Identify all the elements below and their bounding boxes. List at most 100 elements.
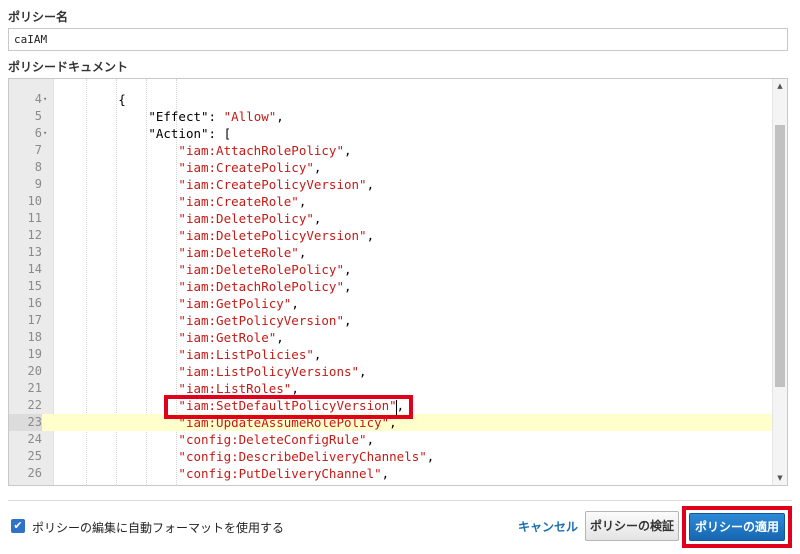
- code-token: ,: [381, 466, 390, 481]
- code-token: ,: [313, 211, 322, 226]
- string-token: "iam:DeleteRolePolicy": [178, 262, 344, 277]
- code-token: "Action": [148, 126, 209, 141]
- code-token: ,: [344, 279, 352, 294]
- scrollbar-thumb[interactable]: [775, 125, 785, 387]
- code-line[interactable]: 16 "iam:GetPolicy",: [9, 295, 774, 312]
- line-number: 13: [27, 245, 42, 259]
- code-line[interactable]: 7 "iam:AttachRolePolicy",: [9, 142, 774, 159]
- line-number: 22: [27, 398, 42, 412]
- code-line[interactable]: 14 "iam:DeleteRolePolicy",: [9, 261, 774, 278]
- line-number: 10: [27, 194, 42, 208]
- line-number: 4: [34, 92, 42, 106]
- code-text: "iam:DeletePolicy",: [58, 210, 321, 227]
- code-line[interactable]: 27 "config:PutConfigRule",: [9, 482, 774, 485]
- code-token: {: [118, 92, 126, 107]
- code-text: "config:DeleteConfigRule",: [58, 431, 374, 448]
- code-text: "config:PutDeliveryChannel",: [58, 465, 389, 482]
- code-lines[interactable]: 4 ▾ {5 "Effect": "Allow", 6 ▾ "Action": [7 …: [9, 79, 774, 485]
- code-line[interactable]: 19 "iam:ListPolicies",: [9, 346, 774, 363]
- line-number: 20: [27, 364, 42, 378]
- string-token: "config:DescribeDeliveryChannels": [178, 449, 427, 464]
- code-line[interactable]: 12 "iam:DeletePolicyVersion",: [9, 227, 774, 244]
- line-number: 7: [34, 143, 42, 157]
- code-text: "config:PutConfigRule",: [58, 482, 352, 485]
- code-line[interactable]: 24 "config:DeleteConfigRule",: [9, 431, 774, 448]
- string-token: "Allow": [223, 109, 277, 124]
- code-token: ,: [344, 483, 352, 485]
- cancel-link[interactable]: キャンセル: [518, 518, 578, 535]
- policy-name-label: ポリシー名: [8, 10, 69, 24]
- code-text: {: [58, 91, 126, 108]
- fold-arrow-icon[interactable]: ▾: [43, 125, 53, 142]
- code-line[interactable]: 10 "iam:CreateRole",: [9, 193, 774, 210]
- string-token: "iam:DetachRolePolicy": [178, 279, 344, 294]
- scroll-down-arrow-icon[interactable]: ▼: [773, 474, 787, 482]
- code-token: ,: [313, 160, 322, 175]
- policy-document-label: ポリシードキュメント: [8, 60, 129, 74]
- line-number: 27: [9, 482, 42, 485]
- line-number: 8: [34, 160, 42, 174]
- line-number: 18: [27, 330, 42, 344]
- code-text: "iam:GetRole",: [58, 329, 284, 346]
- highlight-annotation: [164, 395, 413, 419]
- code-line[interactable]: 15 "iam:DetachRolePolicy",: [9, 278, 774, 295]
- code-text: "iam:GetPolicyVersion",: [58, 312, 351, 329]
- code-text: "iam:CreatePolicy",: [58, 159, 321, 176]
- line-number: 16: [27, 296, 42, 310]
- string-token: "iam:GetPolicy": [178, 296, 292, 311]
- policy-document-editor[interactable]: 4 ▾ {5 "Effect": "Allow", 6 ▾ "Action": [7 …: [8, 78, 788, 486]
- code-line[interactable]: 18 "iam:GetRole",: [9, 329, 774, 346]
- string-token: "config:PutDeliveryChannel": [178, 466, 382, 481]
- code-line[interactable]: 6 ▾ "Action": [: [9, 125, 774, 142]
- code-token: : [: [208, 126, 232, 141]
- string-token: "config:PutConfigRule": [178, 483, 344, 485]
- validate-policy-button[interactable]: ポリシーの検証: [585, 511, 679, 541]
- fold-arrow-icon[interactable]: ▾: [43, 91, 53, 108]
- string-token: "iam:ListPolicyVersions": [178, 364, 360, 379]
- code-text: "iam:DetachRolePolicy",: [58, 278, 352, 295]
- code-line[interactable]: 20 "iam:ListPolicyVersions",: [9, 363, 774, 380]
- code-token: ,: [366, 228, 375, 243]
- editor-vertical-scrollbar[interactable]: ▲ ▼: [772, 79, 787, 485]
- code-text: "iam:CreateRole",: [58, 193, 306, 210]
- code-token: ,: [426, 449, 435, 464]
- code-token: ,: [313, 347, 322, 362]
- line-number: 21: [27, 381, 42, 395]
- apply-policy-button[interactable]: ポリシーの適用: [689, 513, 785, 541]
- code-token: ,: [366, 432, 375, 447]
- code-line[interactable]: 4 ▾ {: [9, 91, 774, 108]
- code-token: ,: [276, 330, 284, 345]
- code-line[interactable]: [9, 79, 774, 91]
- code-line[interactable]: 9 "iam:CreatePolicyVersion",: [9, 176, 774, 193]
- code-text: "Effect": "Allow",: [58, 108, 284, 125]
- code-token: ,: [298, 245, 307, 260]
- code-text: "iam:ListPolicies",: [58, 346, 321, 363]
- code-text: "Action": [: [58, 125, 231, 142]
- line-number: 24: [27, 432, 42, 446]
- line-number: 12: [27, 228, 42, 242]
- string-token: "iam:DeletePolicyVersion": [178, 228, 367, 243]
- code-line[interactable]: 8 "iam:CreatePolicy",: [9, 159, 774, 176]
- policy-name-input[interactable]: caIAM: [8, 28, 788, 51]
- string-token: "iam:ListPolicies": [178, 347, 314, 362]
- line-number: 19: [27, 347, 42, 361]
- code-line[interactable]: 13 "iam:DeleteRole",: [9, 244, 774, 261]
- autoformat-label: ポリシーの編集に自動フォーマットを使用する: [32, 521, 285, 535]
- line-number: 11: [27, 211, 42, 225]
- code-token: ,: [359, 364, 367, 379]
- code-line[interactable]: 26 "config:PutDeliveryChannel",: [9, 465, 774, 482]
- footer-divider: [8, 500, 792, 501]
- code-line[interactable]: 25 "config:DescribeDeliveryChannels",: [9, 448, 774, 465]
- code-text: "config:DescribeDeliveryChannels",: [58, 448, 434, 465]
- code-text: "iam:DeletePolicyVersion",: [58, 227, 374, 244]
- line-number: 26: [27, 466, 42, 480]
- string-token: "iam:DeletePolicy": [178, 211, 314, 226]
- autoformat-checkbox[interactable]: ✔: [11, 519, 25, 533]
- code-line[interactable]: 17 "iam:GetPolicyVersion",: [9, 312, 774, 329]
- code-token: ,: [298, 194, 307, 209]
- code-line[interactable]: 11 "iam:DeletePolicy",: [9, 210, 774, 227]
- string-token: "iam:DeleteRole": [178, 245, 299, 260]
- code-line[interactable]: 5 "Effect": "Allow",: [9, 108, 774, 125]
- code-token: "Effect": [148, 109, 209, 124]
- scroll-up-arrow-icon[interactable]: ▲: [773, 82, 787, 90]
